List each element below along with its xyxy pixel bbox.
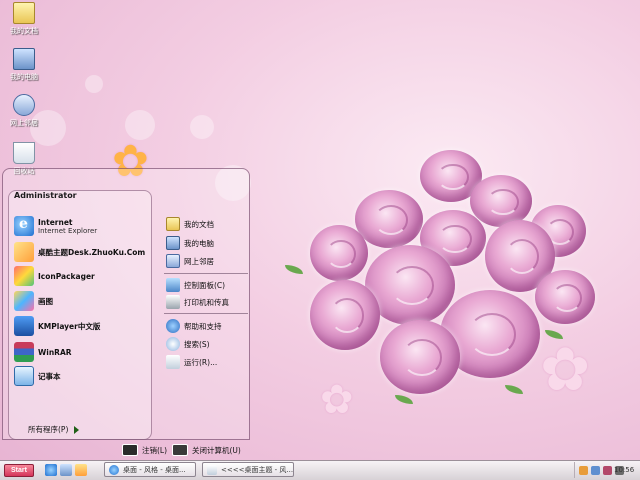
start-menu-right-network-places[interactable]: 网上邻居 bbox=[166, 253, 214, 269]
run-icon bbox=[166, 355, 180, 369]
start-menu-item-winrar[interactable]: WinRAR bbox=[14, 340, 148, 364]
start-menu-right-run[interactable]: 运行(R)... bbox=[166, 354, 217, 370]
taskbar-button-window-1[interactable]: 桌面 - 风格 - 桌面... bbox=[104, 462, 196, 477]
start-button[interactable]: Start bbox=[4, 464, 34, 477]
start-menu-right-label: 搜索(S) bbox=[184, 339, 210, 349]
quicklaunch-desktop-icon[interactable] bbox=[60, 464, 72, 476]
start-menu-right-help[interactable]: 帮助和支持 bbox=[166, 318, 222, 334]
start-menu-separator bbox=[164, 313, 248, 314]
desktop-icon-label: 我的文档 bbox=[10, 27, 38, 35]
start-menu-right-label: 打印机和传真 bbox=[184, 297, 229, 307]
start-menu-item-kmplayer[interactable]: KMPlayer中文版 bbox=[14, 314, 148, 338]
quicklaunch-ie-icon[interactable] bbox=[45, 464, 57, 476]
taskbar-button-label: <<<<桌面主题 - 风... bbox=[220, 465, 293, 474]
ie-icon bbox=[14, 216, 34, 236]
start-menu-separator bbox=[164, 273, 248, 274]
quicklaunch-app-icon[interactable] bbox=[75, 464, 87, 476]
start-menu-right-label: 控制面板(C) bbox=[184, 280, 226, 290]
kmplayer-icon bbox=[14, 316, 34, 336]
start-menu-right-label: 帮助和支持 bbox=[184, 321, 222, 331]
logoff-icon bbox=[122, 444, 138, 456]
paint-icon bbox=[14, 291, 34, 311]
start-menu-item-internet[interactable]: Internet Internet Explorer bbox=[14, 214, 148, 238]
logoff-label: 注销(L) bbox=[142, 445, 168, 455]
start-menu-right-label: 运行(R)... bbox=[184, 357, 218, 367]
tray-user-icon[interactable] bbox=[579, 465, 588, 475]
wallpaper-flower: ✿ bbox=[540, 335, 591, 405]
desktop-icon-network-places[interactable]: 网上邻居 bbox=[2, 94, 46, 128]
wallpaper-rose bbox=[355, 190, 423, 248]
window-icon bbox=[207, 464, 217, 475]
start-menu-item-zhuoku[interactable]: 桌酷主题Desk.ZhuoKu.Com bbox=[14, 240, 148, 264]
desktop-icon-label: 我的电脑 bbox=[10, 73, 38, 81]
start-menu-item-paint[interactable]: 画图 bbox=[14, 289, 148, 313]
all-programs-label: 所有程序(P) bbox=[28, 425, 69, 434]
wallpaper-bubble bbox=[190, 115, 214, 139]
winrar-icon bbox=[14, 342, 34, 362]
start-menu-item-sublabel: Internet Explorer bbox=[38, 226, 98, 235]
start-menu-right-label: 我的电脑 bbox=[184, 238, 214, 248]
wallpaper-rose bbox=[380, 320, 460, 394]
tray-app-icon[interactable] bbox=[603, 465, 612, 475]
wallpaper-leaf bbox=[285, 265, 303, 274]
shutdown-button[interactable]: 关闭计算机(U) bbox=[172, 444, 241, 456]
taskbar-button-window-2[interactable]: <<<<桌面主题 - 风... bbox=[202, 462, 294, 477]
start-menu-item-label: Internet bbox=[38, 217, 73, 227]
start-menu-item-notepad[interactable]: 记事本 bbox=[14, 364, 148, 388]
start-menu-item-iconpackager[interactable]: IconPackager bbox=[14, 264, 148, 288]
start-menu-right-label: 我的文档 bbox=[184, 219, 214, 229]
start-menu-item-label: KMPlayer中文版 bbox=[38, 321, 101, 331]
power-icon bbox=[172, 444, 188, 456]
start-menu-item-label: 画图 bbox=[38, 296, 53, 306]
wallpaper-leaf bbox=[505, 385, 523, 394]
wallpaper-rose bbox=[310, 225, 368, 281]
computer-icon bbox=[13, 48, 35, 70]
arrow-right-icon bbox=[74, 425, 80, 434]
start-menu-right-my-documents[interactable]: 我的文档 bbox=[166, 216, 214, 232]
wallpaper-flower: ✿ bbox=[320, 377, 354, 423]
taskbar-clock[interactable]: 10:56 bbox=[614, 466, 634, 474]
shutdown-label: 关闭计算机(U) bbox=[192, 445, 241, 455]
desktop-icon-my-computer[interactable]: 我的电脑 bbox=[2, 48, 46, 82]
taskbar-button-label: 桌面 - 风格 - 桌面... bbox=[123, 465, 186, 474]
control-panel-icon bbox=[166, 278, 180, 292]
network-places-icon bbox=[166, 254, 180, 268]
start-menu-user-name: Administrator bbox=[14, 191, 77, 200]
my-computer-icon bbox=[166, 236, 180, 250]
zhuoku-icon bbox=[14, 242, 34, 262]
help-icon bbox=[166, 319, 180, 333]
my-documents-icon bbox=[166, 217, 180, 231]
start-menu-right-printers[interactable]: 打印机和传真 bbox=[166, 294, 229, 310]
start-menu-right-my-computer[interactable]: 我的电脑 bbox=[166, 235, 214, 251]
all-programs-button[interactable]: 所有程序(P) bbox=[28, 424, 80, 435]
logoff-button[interactable]: 注销(L) bbox=[122, 444, 167, 456]
ie-icon bbox=[109, 464, 119, 475]
printer-icon bbox=[166, 295, 180, 309]
wallpaper-rose bbox=[535, 270, 595, 324]
wallpaper-bubble bbox=[85, 75, 103, 93]
search-icon bbox=[166, 337, 180, 351]
desktop-icon-label: 网上邻居 bbox=[10, 119, 38, 127]
taskbar bbox=[0, 460, 640, 480]
start-menu-item-label: WinRAR bbox=[38, 347, 72, 357]
network-icon bbox=[13, 94, 35, 116]
start-menu-item-label: IconPackager bbox=[38, 271, 95, 281]
folder-doc-icon bbox=[13, 2, 35, 24]
recycle-bin-icon bbox=[13, 142, 35, 164]
wallpaper-rose bbox=[310, 280, 380, 350]
start-menu-right-label: 网上邻居 bbox=[184, 256, 214, 266]
start-menu-item-label: 桌酷主题Desk.ZhuoKu.Com bbox=[38, 247, 146, 257]
start-menu-right-search[interactable]: 搜索(S) bbox=[166, 336, 210, 352]
desktop-icon-my-documents[interactable]: 我的文档 bbox=[2, 2, 46, 36]
tray-network-icon[interactable] bbox=[591, 465, 600, 475]
wallpaper-leaf bbox=[395, 395, 413, 404]
iconpackager-icon bbox=[14, 266, 34, 286]
notepad-icon bbox=[14, 366, 34, 386]
start-menu-item-label: 记事本 bbox=[38, 371, 61, 381]
start-menu-right-control-panel[interactable]: 控制面板(C) bbox=[166, 277, 225, 293]
